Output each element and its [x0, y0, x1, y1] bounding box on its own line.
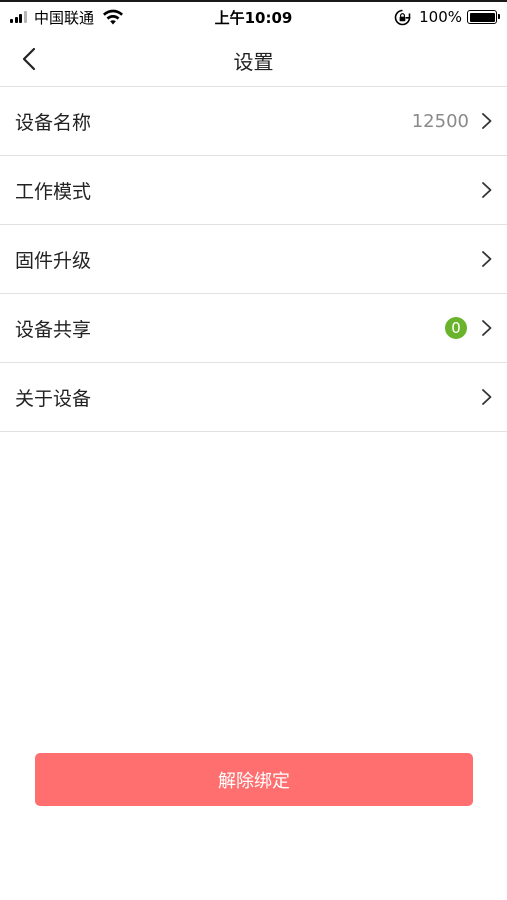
settings-item-device-share[interactable]: 设备共享 0 [0, 294, 507, 363]
status-bar: 中国联通 上午10:09 100% [0, 0, 507, 30]
settings-list: 设备名称 12500 工作模式 固件升级 设备共享 0 关于设备 [0, 87, 507, 432]
unbind-button[interactable]: 解除绑定 [35, 753, 473, 806]
rotation-lock-icon [394, 9, 411, 25]
chevron-right-icon [482, 389, 492, 405]
chevron-right-icon [482, 113, 492, 129]
nav-bar: 设置 [0, 30, 507, 87]
page-title: 设置 [233, 50, 274, 74]
settings-item-label: 设备共享 [15, 318, 92, 341]
battery-percentage: 100% [419, 8, 462, 26]
settings-item-firmware-upgrade[interactable]: 固件升级 [0, 225, 507, 294]
chevron-right-icon [482, 251, 492, 267]
chevron-right-icon [482, 182, 492, 198]
settings-item-label: 关于设备 [15, 387, 92, 410]
share-count-badge: 0 [445, 317, 467, 339]
device-name-value: 12500 [411, 110, 469, 132]
settings-item-about-device[interactable]: 关于设备 [0, 363, 507, 432]
settings-screen: 中国联通 上午10:09 100% 设置 设备名称 12500 工作模式 固件升… [0, 0, 507, 900]
settings-item-device-name[interactable]: 设备名称 12500 [0, 87, 507, 156]
chevron-right-icon [482, 320, 492, 336]
settings-item-label: 工作模式 [15, 180, 92, 203]
status-right: 100% [394, 7, 500, 27]
settings-item-work-mode[interactable]: 工作模式 [0, 156, 507, 225]
settings-item-label: 固件升级 [15, 249, 92, 272]
settings-item-label: 设备名称 [15, 111, 92, 134]
battery-icon [467, 10, 500, 24]
